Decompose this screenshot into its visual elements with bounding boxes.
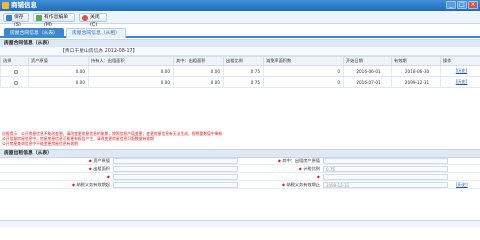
field-label: ◆ 计税比例 — [298, 166, 320, 171]
tab-contract-sub[interactable]: 房屋合同信息（从租） — [66, 28, 126, 38]
field-label: ◆ 纳税义务有效期止 — [281, 182, 320, 187]
asset-cell: 0.00 — [28, 76, 89, 88]
reduce-cell: 0 — [263, 65, 344, 77]
ratio-cell: 0.75 — [223, 76, 264, 88]
empty-field[interactable] — [113, 174, 238, 180]
close-icon — [82, 15, 88, 21]
contract-subtitle: 【青口干星山房信办 2012-08-17】 — [0, 47, 480, 56]
warning-line: 公开房屋查询信息中不能变更房屋信息有效期 — [2, 141, 78, 146]
held-cell: 0.00 — [88, 65, 174, 77]
column-header: 资产原值 — [28, 56, 89, 66]
save-button[interactable]: 保存(S) — [3, 13, 29, 28]
history-link[interactable]: [历史] — [456, 182, 468, 188]
column-header: 减免率面积数 — [263, 56, 344, 66]
edit-icon — [36, 15, 42, 21]
start-date-cell: 2016-06-01 — [343, 65, 392, 77]
tax-start-date-field[interactable] — [113, 182, 238, 188]
column-header: 开始日期 — [343, 56, 392, 66]
status-bar — [0, 220, 480, 227]
form-row: ◆ 纳税义务有效期起 ◆ 纳税义务有效期止 2099-12-31 [历史] — [0, 181, 480, 189]
contract-table: 选择 资产原值 持有人：出租面积 其中：出租面积 出租比例 减免率面积数 开始日… — [0, 56, 480, 88]
minimize-icon[interactable]: _ — [446, 1, 456, 9]
area-cell: 0.00 — [173, 65, 224, 77]
ratio-cell: 0.75 — [223, 65, 264, 77]
row-select-radio[interactable] — [13, 80, 18, 85]
window-titlebar: 商铺信息 _ □ × — [0, 0, 480, 11]
tax-end-date-field[interactable]: 2099-12-31 — [323, 182, 448, 188]
form-row: ◆ ◆ — [0, 173, 480, 181]
tab-contract-main[interactable]: 房屋合同信息（从表） — [4, 28, 64, 38]
start-date-cell: 2016-07-01 — [343, 76, 392, 88]
table-row: 0.00 0.00 0.00 0.75 0 2016-06-01 2018-06… — [0, 65, 480, 77]
column-header: 持有人：出租面积 — [88, 56, 174, 66]
end-date-cell: 2099-12-31 — [391, 76, 441, 88]
window-title: 商铺信息 — [11, 1, 37, 9]
row-select-radio[interactable] — [13, 69, 18, 74]
field-label: ◆ — [60, 173, 110, 181]
required-icon: ◆ — [316, 174, 320, 179]
column-header: 其中：出租面积 — [173, 56, 224, 66]
column-header: 选择 — [0, 56, 29, 66]
asset-cell: 0.00 — [28, 65, 89, 77]
table-header-row: 选择 资产原值 持有人：出租面积 其中：出租面积 出租比例 减免率面积数 开始日… — [0, 56, 480, 66]
area-cell: 0.00 — [173, 76, 224, 88]
field-label: ◆ — [270, 173, 320, 181]
end-date-cell: 2018-06-30 — [391, 65, 441, 77]
rental-asset-value-field[interactable] — [323, 158, 448, 164]
column-header: 出租比例 — [223, 56, 264, 66]
required-icon: ◆ — [106, 174, 110, 179]
tab-bar: 房屋合同信息（从表） 房屋合同信息（从租） — [0, 26, 480, 38]
held-cell: 0.00 — [88, 76, 174, 88]
field-label: ◆ 其中：出租房产原值 — [277, 158, 320, 163]
column-header: 操作 — [440, 56, 480, 66]
warning-notice: 自报提示：公开房屋信息不能改变更，请改变更房屋信息的账期，按照信息产值变更；变更… — [2, 131, 322, 146]
form-row: ◆ 资产原值 ◆ 其中：出租房产原值 — [0, 157, 480, 165]
empty-field[interactable] — [323, 174, 448, 180]
rental-area-field[interactable] — [113, 166, 238, 172]
close-window-icon[interactable]: × — [468, 1, 478, 9]
history-link[interactable]: [历史] — [456, 68, 468, 73]
form-row: ◆ 出租面积 ◆ 计税比例 0.75 — [0, 165, 480, 173]
app-icon — [2, 2, 9, 9]
reduce-cell: 0 — [263, 76, 344, 88]
field-label: ◆ 出租面积 — [88, 166, 110, 171]
close-button[interactable]: 关闭(C) — [79, 13, 107, 28]
field-label: ◆ 纳税义务有效期起 — [71, 182, 110, 187]
toolbar: 保存(S) 有作息编单(M) 关闭(C) — [0, 11, 480, 28]
reset-button[interactable]: 有作息编单(M) — [33, 13, 75, 28]
column-header: 有效期 — [391, 56, 441, 66]
field-label: ◆ 资产原值 — [88, 158, 110, 163]
save-icon — [6, 15, 12, 21]
maximize-icon[interactable]: □ — [457, 1, 467, 9]
history-link[interactable]: [历史] — [456, 79, 468, 84]
table-row: 0.00 0.00 0.00 0.75 0 2016-07-01 2099-12… — [0, 76, 480, 88]
asset-value-field[interactable] — [113, 158, 238, 164]
tax-ratio-field[interactable]: 0.75 — [323, 166, 448, 172]
